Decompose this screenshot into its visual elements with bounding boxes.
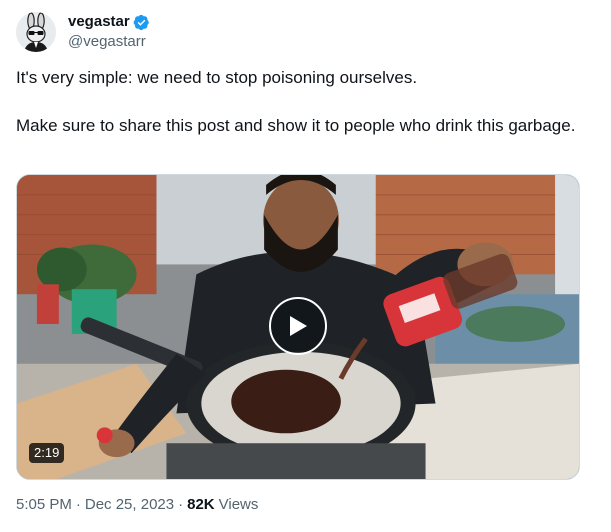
tweet-time[interactable]: 5:05 PM — [16, 495, 72, 515]
play-button[interactable] — [269, 297, 327, 355]
tweet-meta: 5:05 PM · Dec 25, 2023 · 82K Views — [16, 495, 258, 515]
tweet-card: vegastar @vegastarr It's very simple: we… — [0, 0, 611, 532]
views-label[interactable]: Views — [219, 495, 259, 515]
display-name[interactable]: vegastar — [68, 12, 130, 32]
user-handle[interactable]: @vegastarr — [68, 32, 150, 52]
meta-separator: · — [178, 496, 184, 513]
views-count[interactable]: 82K — [187, 495, 215, 515]
play-icon — [290, 316, 307, 336]
rabbit-avatar-icon — [16, 12, 56, 52]
verified-badge-icon[interactable] — [133, 14, 150, 31]
tweet-date[interactable]: Dec 25, 2023 — [85, 495, 174, 515]
avatar[interactable] — [16, 12, 56, 52]
display-name-row[interactable]: vegastar — [68, 12, 150, 32]
video-player[interactable]: 2:19 — [16, 174, 580, 480]
video-duration-badge: 2:19 — [29, 443, 65, 463]
tweet-paragraph: It's very simple: we need to stop poison… — [16, 68, 418, 87]
tweet-paragraph: Make sure to share this post and show it… — [16, 116, 576, 135]
tweet-header: vegastar @vegastarr — [16, 10, 150, 54]
meta-separator: · — [75, 496, 81, 513]
author-names: vegastar @vegastarr — [68, 12, 150, 52]
tweet-text: It's very simple: we need to stop poison… — [16, 66, 586, 138]
